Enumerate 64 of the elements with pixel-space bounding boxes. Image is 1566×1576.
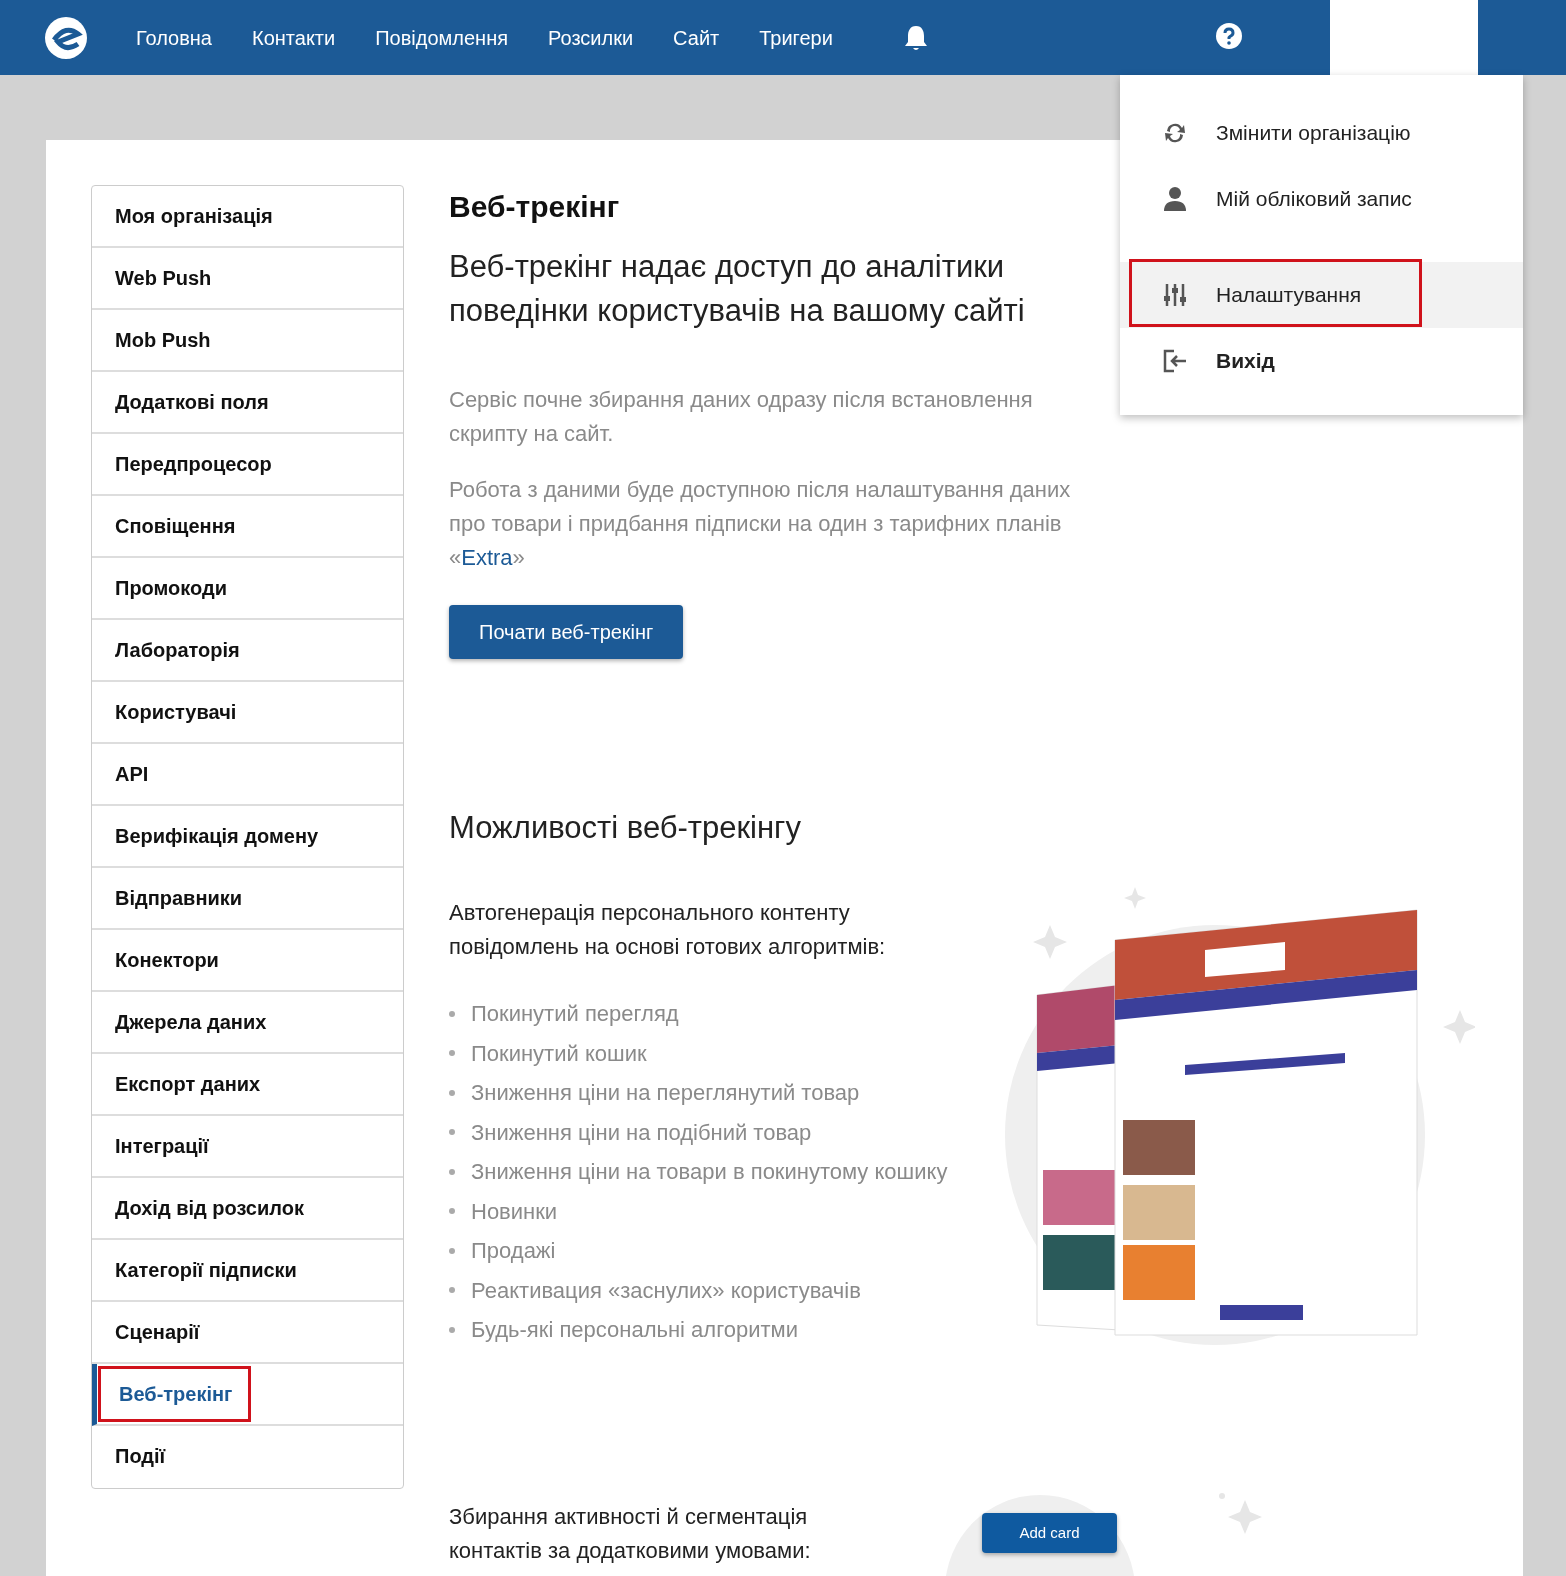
nav-link[interactable]: Сайт [673,22,720,53]
help-icon[interactable] [1215,22,1243,50]
sidebar-item[interactable]: API [92,744,403,806]
sidebar-item[interactable]: Передпроцесор [92,434,403,496]
bell-icon[interactable] [902,23,929,52]
menu-item[interactable]: Налаштування [1120,262,1523,328]
feature-text: Новинки [471,1197,558,1226]
feature-text: Реактивация «заснулих» користувачів [471,1276,861,1305]
section-intro: Збирання активності й сегментація контактів за додатковими умовами: [449,1502,812,1565]
sidebar-item[interactable]: Категорії підписки [92,1240,403,1302]
sidebar-item[interactable]: Користувачі [92,682,403,744]
feature-text: Продажі [471,1237,556,1266]
feature-text: Зниження ціни на товари в покинутому кошику [471,1158,948,1187]
bullet-icon [449,1089,455,1096]
section-intro: Автогенерація персонального контенту повідомлень на основі готових алгоритмів: [449,899,887,962]
section-heading: Можливості веб-трекінгу [449,809,802,847]
sidebar-item[interactable]: Лабораторія [92,620,403,682]
menu-item[interactable]: Вихід [1120,328,1523,394]
sidebar-item[interactable]: Моя організація [92,186,403,248]
sidebar-item[interactable]: Додаткові поля [92,372,403,434]
sidebar-item[interactable]: Mob Push [92,310,403,372]
bullet-icon [449,1326,455,1333]
plan-link[interactable]: Extra [461,545,513,570]
description-text: Робота з даними буде доступною після налаштування даних про товари і придбання підписки на один з тарифних планів «Extra» [449,476,1072,572]
sidebar-item[interactable]: Експорт даних [92,1054,403,1116]
bullet-icon [449,1168,455,1175]
feature-text: Покинутий кошик [471,1039,647,1068]
feature-text: Зниження ціни на переглянутий товар [471,1079,860,1108]
feature-text: Покинутий перегляд [471,1000,679,1029]
sidebar-item[interactable]: Веб-трекінг [92,1364,403,1426]
sidebar-item[interactable]: Промокоди [92,558,403,620]
sidebar-item[interactable]: Верифікація домену [92,806,403,868]
bullet-icon [449,1050,455,1057]
start-tracking-button[interactable]: Почати веб-трекінг [449,605,684,659]
description-text: Сервіс почне збирання даних одразу після встановлення скрипту на сайт. [449,386,1034,448]
bullet-icon [449,1287,455,1294]
sidebar-item[interactable]: Події [92,1426,403,1488]
nav-link[interactable]: Повідомлення [375,22,508,53]
sidebar-item[interactable]: Джерела даних [92,992,403,1054]
bullet-icon [449,1208,455,1215]
page-subtitle: Веб-трекінг надає доступ до аналітики поведінки користувачів на вашому сайті [449,248,1026,330]
nav-link[interactable]: Розсилки [548,22,634,53]
nav-link[interactable]: Контакти [252,22,336,53]
feature-text: Зниження ціни на подібний товар [471,1118,812,1147]
bullet-icon [449,1010,455,1017]
sidebar-item[interactable]: Сповіщення [92,496,403,558]
feature-text: Будь-які персональні алгоритми [471,1316,798,1345]
sidebar-item[interactable]: Інтеграції [92,1116,403,1178]
sliders-icon [1162,282,1188,308]
sidebar-item[interactable]: Web Push [92,248,403,310]
bullet-icon [449,1247,455,1254]
page-title: Веб-трекінг [449,189,621,225]
bullet-icon [449,1129,455,1136]
sidebar-item[interactable]: Сценарії [92,1302,403,1364]
nav-link[interactable]: Головна [136,22,212,53]
sidebar-item[interactable]: Дохід від розсилок [92,1178,403,1240]
logout-icon [1162,348,1188,374]
menu-item[interactable]: Мій обліковий запис [1120,166,1523,232]
logo-icon[interactable] [44,15,88,60]
nav-link[interactable]: Тригери [759,22,833,53]
sidebar-item[interactable]: Конектори [92,930,403,992]
person-icon [1162,186,1188,212]
menu-item[interactable]: Змінити організацію [1120,100,1523,166]
sidebar-item[interactable]: Відправники [92,868,403,930]
